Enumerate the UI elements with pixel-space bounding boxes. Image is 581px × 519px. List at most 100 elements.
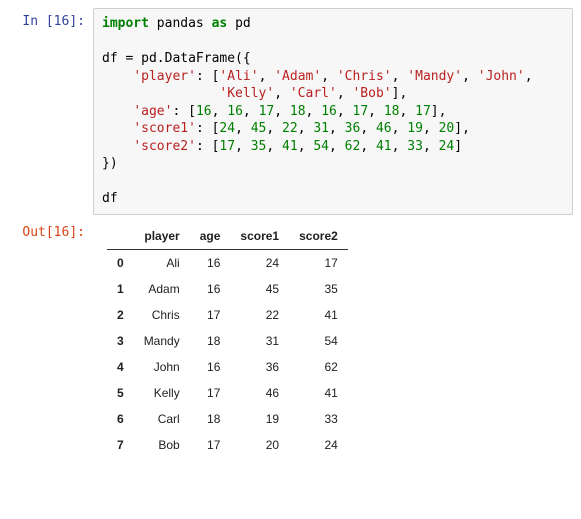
cell: 46	[230, 380, 289, 406]
code-text: : [	[196, 69, 219, 84]
cell: 17	[190, 380, 231, 406]
string-literal: 'Carl'	[290, 86, 337, 101]
code-text: ,	[423, 139, 439, 154]
code-text: ,	[392, 69, 408, 84]
table-row: 7 Bob 17 20 24	[107, 432, 348, 458]
code-text: ,	[360, 121, 376, 136]
cell: 16	[190, 354, 231, 380]
cell: 20	[230, 432, 289, 458]
input-cell: In [16]: import pandas as pd df = pd.Dat…	[8, 8, 573, 215]
cell: 31	[230, 328, 289, 354]
code-text: pandas	[149, 16, 212, 31]
row-index: 3	[107, 328, 134, 354]
code-text: ,	[337, 86, 353, 101]
code-text: : [	[196, 139, 219, 154]
code-text: ,	[266, 139, 282, 154]
code-editor[interactable]: import pandas as pd df = pd.DataFrame({ …	[93, 8, 573, 215]
number-literal: 17	[219, 139, 235, 154]
table-row: 2 Chris 17 22 41	[107, 302, 348, 328]
number-literal: 17	[415, 104, 431, 119]
cell: Ali	[134, 250, 190, 277]
cell: 62	[289, 354, 348, 380]
number-literal: 24	[439, 139, 455, 154]
number-literal: 62	[345, 139, 361, 154]
row-index: 5	[107, 380, 134, 406]
table-row: 5 Kelly 17 46 41	[107, 380, 348, 406]
row-index: 0	[107, 250, 134, 277]
code-text	[102, 139, 133, 154]
dataframe-table: player age score1 score2 0 Ali 16 24 17 …	[107, 223, 348, 458]
code-text: ,	[259, 69, 275, 84]
code-text: ,	[212, 104, 228, 119]
cell: Mandy	[134, 328, 190, 354]
col-header: score2	[289, 223, 348, 250]
cell: 41	[289, 380, 348, 406]
code-text: ,	[462, 69, 478, 84]
string-literal: 'Ali'	[219, 69, 258, 84]
number-literal: 16	[196, 104, 212, 119]
cell: 19	[230, 406, 289, 432]
string-literal: 'Bob'	[352, 86, 391, 101]
code-text: ,	[274, 86, 290, 101]
code-text: ],	[392, 86, 408, 101]
cell: 17	[190, 432, 231, 458]
number-literal: 41	[282, 139, 298, 154]
cell: 45	[230, 276, 289, 302]
number-literal: 17	[353, 104, 369, 119]
number-literal: 45	[251, 121, 267, 136]
code-text: ,	[243, 104, 259, 119]
code-text: ,	[329, 121, 345, 136]
code-text: ,	[235, 121, 251, 136]
table-row: 6 Carl 18 19 33	[107, 406, 348, 432]
string-literal: 'score1'	[133, 121, 196, 136]
code-text: ,	[392, 139, 408, 154]
keyword-as: as	[212, 16, 228, 31]
number-literal: 31	[313, 121, 329, 136]
number-literal: 20	[439, 121, 455, 136]
keyword-import: import	[102, 16, 149, 31]
number-literal: 36	[345, 121, 361, 136]
number-literal: 17	[259, 104, 275, 119]
cell: 18	[190, 328, 231, 354]
code-text: ,	[274, 104, 290, 119]
cell: 35	[289, 276, 348, 302]
table-row: 4 John 16 36 62	[107, 354, 348, 380]
output-area: player age score1 score2 0 Ali 16 24 17 …	[93, 219, 573, 458]
string-literal: 'Adam'	[274, 69, 321, 84]
number-literal: 46	[376, 121, 392, 136]
number-literal: 16	[321, 104, 337, 119]
number-literal: 35	[251, 139, 267, 154]
code-text: ,	[337, 104, 353, 119]
col-header: age	[190, 223, 231, 250]
table-row: 0 Ali 16 24 17	[107, 250, 348, 277]
col-header: player	[134, 223, 190, 250]
cell: 54	[289, 328, 348, 354]
row-index: 7	[107, 432, 134, 458]
code-text: ,	[525, 69, 533, 84]
string-literal: 'Kelly'	[219, 86, 274, 101]
output-prompt: Out[16]:	[8, 219, 93, 240]
code-text: ,	[329, 139, 345, 154]
cell: 41	[289, 302, 348, 328]
code-text	[102, 121, 133, 136]
cell: Adam	[134, 276, 190, 302]
string-literal: 'player'	[133, 69, 196, 84]
code-text: ,	[298, 121, 314, 136]
row-index: 2	[107, 302, 134, 328]
cell: Chris	[134, 302, 190, 328]
table-row: 3 Mandy 18 31 54	[107, 328, 348, 354]
code-text: ,	[235, 139, 251, 154]
cell: Kelly	[134, 380, 190, 406]
cell: 36	[230, 354, 289, 380]
cell: 33	[289, 406, 348, 432]
cell: 16	[190, 250, 231, 277]
code-text: ,	[266, 121, 282, 136]
code-text: ,	[368, 104, 384, 119]
number-literal: 18	[290, 104, 306, 119]
row-index: 1	[107, 276, 134, 302]
code-text: : [	[172, 104, 195, 119]
row-index: 4	[107, 354, 134, 380]
cell: 22	[230, 302, 289, 328]
table-corner	[107, 223, 134, 250]
cell: 17	[190, 302, 231, 328]
